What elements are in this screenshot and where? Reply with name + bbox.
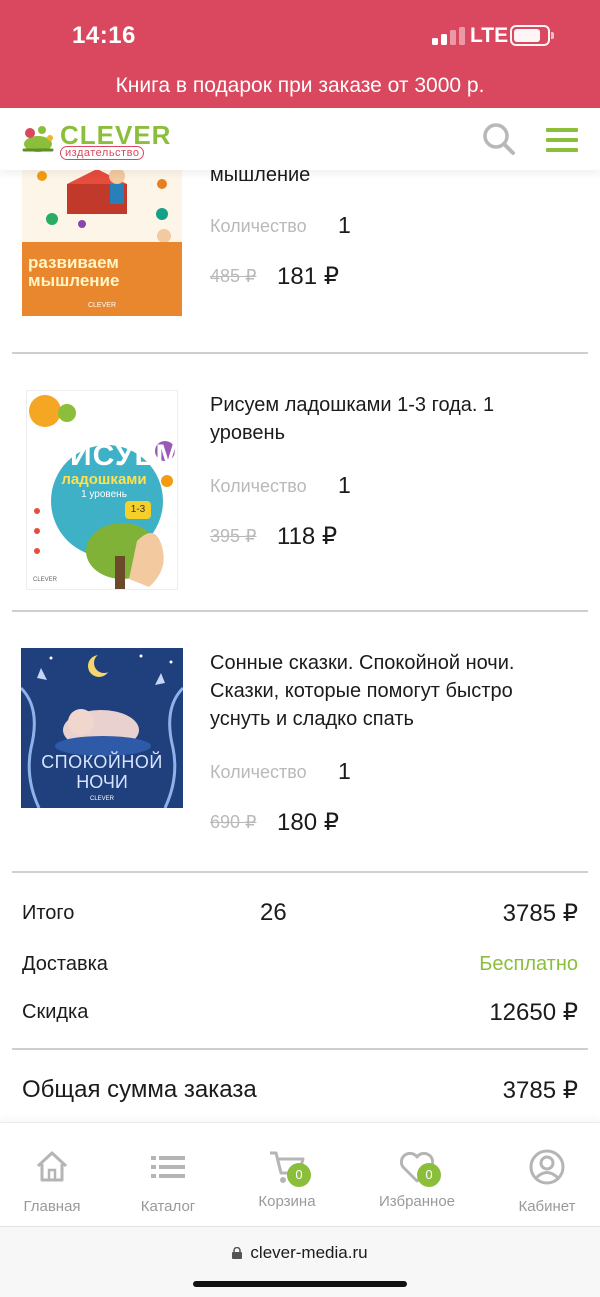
battery-icon xyxy=(510,25,554,46)
nav-account-label: Кабинет xyxy=(518,1198,576,1215)
product-title[interactable]: Рисуем ладошками 1-3 года. 1 уровень xyxy=(210,391,570,447)
quantity-label: Количество xyxy=(210,762,307,782)
url-display[interactable]: clever-media.ru xyxy=(0,1243,600,1263)
url-text: clever-media.ru xyxy=(250,1243,368,1262)
cover-level: 1 уровень xyxy=(81,489,127,500)
cover-subtitle: ладошками xyxy=(61,471,147,488)
cover-subtitle: НОЧИ xyxy=(76,772,128,792)
cover-title: СПОКОЙНОЙ xyxy=(41,752,163,772)
favorites-badge: 0 xyxy=(417,1163,441,1187)
quantity-value[interactable]: 1 xyxy=(338,758,351,785)
heart-icon-wrap: 0 xyxy=(397,1147,441,1187)
bottom-nav: Главная Каталог 0 Корзина 0 Избранное Ка… xyxy=(0,1122,600,1226)
top-banner: 14:16 LTE Книга в подарок при заказе от … xyxy=(0,0,600,108)
lock-icon xyxy=(232,1247,243,1259)
nav-catalog[interactable]: Каталог xyxy=(113,1147,223,1215)
old-price: 485 ₽ xyxy=(210,266,257,286)
cart-icon-wrap: 0 xyxy=(267,1147,311,1187)
cover-title: развиваем мышление xyxy=(28,253,120,290)
nav-favorites[interactable]: 0 Избранное xyxy=(362,1147,472,1210)
divider xyxy=(12,1048,588,1050)
nav-cart[interactable]: 0 Корзина xyxy=(232,1147,342,1210)
nav-cart-label: Корзина xyxy=(258,1193,316,1210)
promo-text[interactable]: Книга в подарок при заказе от 3000 р. xyxy=(0,74,600,98)
summary-delivery-value: Бесплатно xyxy=(479,953,578,975)
price: 180 ₽ xyxy=(277,809,339,836)
site-header: CLEVER издательство xyxy=(0,108,600,170)
quantity-label: Количество xyxy=(210,476,307,496)
cover-age-badge: 1-3 xyxy=(125,501,151,519)
home-icon xyxy=(36,1151,68,1182)
price: 118 ₽ xyxy=(277,523,338,550)
home-indicator[interactable] xyxy=(193,1281,407,1287)
cover-title: РИСУЕМ xyxy=(49,439,178,472)
quantity-label: Количество xyxy=(210,216,307,236)
summary-discount-label: Скидка xyxy=(22,1001,89,1023)
logo[interactable]: CLEVER издательство xyxy=(20,118,170,162)
cart-item: РИСУЕМ ладошками 1 уровень 1-3 CLEVER Ри… xyxy=(0,354,600,612)
divider xyxy=(12,871,588,873)
search-icon[interactable] xyxy=(482,122,516,156)
price: 181 ₽ xyxy=(277,263,339,290)
old-price: 690 ₽ xyxy=(210,812,257,832)
logo-figure-icon xyxy=(22,126,54,152)
book-cover[interactable]: СПОКОЙНОЙ НОЧИ CLEVER xyxy=(21,648,183,808)
quantity-value[interactable]: 1 xyxy=(338,472,351,499)
logo-subtitle: издательство xyxy=(60,146,145,160)
summary-discount-value: 12650 ₽ xyxy=(489,999,578,1026)
user-icon xyxy=(529,1149,565,1185)
summary-total-label: Итого xyxy=(22,902,75,924)
summary-total-value: 3785 ₽ xyxy=(502,900,578,927)
old-price: 395 ₽ xyxy=(210,526,257,546)
browser-url-bar: clever-media.ru xyxy=(0,1226,600,1297)
list-icon xyxy=(151,1156,185,1178)
signal-icon xyxy=(432,27,466,45)
product-title[interactable]: Сонные сказки. Спокойной ночи. Сказки, к… xyxy=(210,649,570,733)
summary-delivery-label: Доставка xyxy=(22,953,108,975)
nav-account[interactable]: Кабинет xyxy=(492,1147,600,1215)
nav-home-label: Главная xyxy=(23,1198,81,1215)
cart-item: СПОКОЙНОЙ НОЧИ CLEVER Сонные сказки. Спо… xyxy=(0,612,600,874)
cover-brand: CLEVER xyxy=(89,796,114,802)
order-total-label: Общая сумма заказа xyxy=(22,1076,257,1103)
nav-catalog-label: Каталог xyxy=(140,1198,196,1215)
book-cover[interactable]: развиваем мышление CLEVER xyxy=(22,164,182,316)
book-cover[interactable]: РИСУЕМ ладошками 1 уровень 1-3 CLEVER xyxy=(26,390,178,590)
cart-item: развиваем мышление CLEVER мышление Колич… xyxy=(0,164,600,354)
order-total-value: 3785 ₽ xyxy=(502,1077,578,1104)
nav-favorites-label: Избранное xyxy=(378,1193,456,1210)
summary-item-count: 26 xyxy=(260,899,287,926)
quantity-value[interactable]: 1 xyxy=(338,212,351,239)
cover-brand: CLEVER xyxy=(33,577,58,583)
nav-home[interactable]: Главная xyxy=(0,1147,107,1215)
status-time: 14:16 xyxy=(72,22,136,49)
menu-icon[interactable] xyxy=(546,128,578,152)
cart-badge: 0 xyxy=(287,1163,311,1187)
cover-brand: CLEVER xyxy=(87,302,116,309)
network-label: LTE xyxy=(470,24,509,47)
